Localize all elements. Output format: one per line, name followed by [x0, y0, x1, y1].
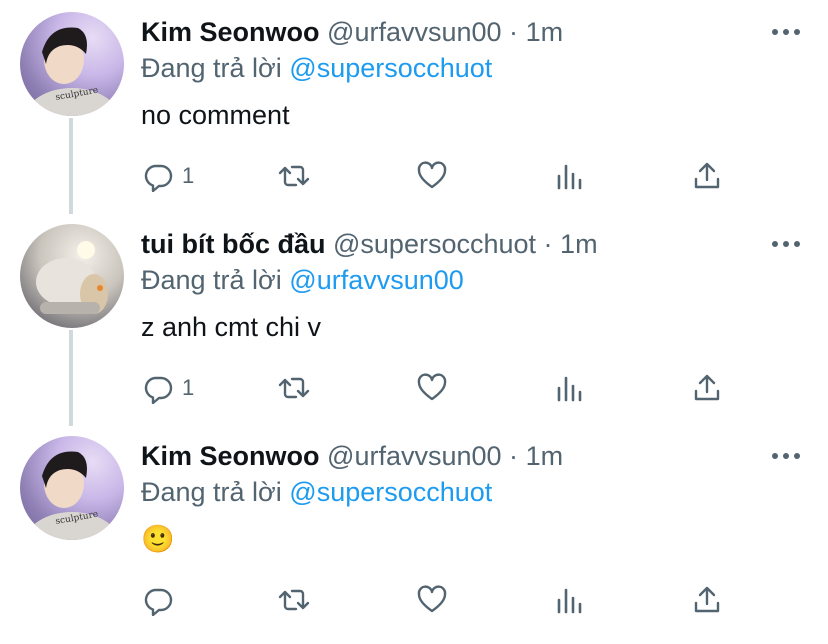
like-button[interactable] [416, 370, 448, 406]
replying-to: Đang trả lời @urfavvsun00 [141, 264, 464, 296]
replying-to: Đang trả lời @supersocchuot [141, 476, 492, 508]
display-name[interactable]: Kim Seonwoo [141, 17, 320, 47]
reply-count: 1 [182, 375, 195, 400]
more-icon[interactable] [770, 230, 802, 258]
separator-dot: · [509, 17, 519, 47]
tweet-text: no comment [141, 100, 290, 130]
share-button[interactable] [691, 158, 723, 194]
stats-icon [557, 588, 582, 614]
reply-icon [144, 164, 173, 192]
replying-to-label: Đang trả lời [141, 53, 282, 83]
like-button[interactable] [416, 582, 448, 618]
share-icon [694, 586, 720, 613]
separator-dot: · [509, 441, 519, 471]
share-icon [694, 162, 720, 189]
tweet-text: z anh cmt chi v [141, 312, 322, 342]
retweet-button[interactable] [278, 582, 310, 618]
heart-icon [417, 585, 447, 613]
avatar[interactable]: sculpture [20, 436, 124, 540]
retweet-button[interactable] [278, 370, 310, 406]
reply-button[interactable]: 1 [142, 158, 194, 194]
user-handle[interactable]: @urfavvsun00 [327, 441, 502, 471]
display-name[interactable]: Kim Seonwoo [141, 441, 320, 471]
tweet-1[interactable]: sculpture Kim Seonwoo @urfavvsun00 · 1m … [0, 0, 828, 214]
reply-icon [144, 376, 173, 404]
mention-link[interactable]: @supersocchuot [289, 53, 492, 83]
retweet-icon [278, 165, 310, 187]
tweet-header: Kim Seonwoo @urfavvsun00 · 1m [141, 16, 563, 48]
reply-icon [144, 588, 173, 616]
stats-button[interactable] [554, 158, 586, 194]
mention-link[interactable]: @supersocchuot [289, 477, 492, 507]
heart-icon [417, 373, 447, 401]
retweet-button[interactable] [278, 158, 310, 194]
tweet-header: tui bít bốc đầu @supersocchuot · 1m [141, 228, 598, 260]
reply-button[interactable]: 1 [142, 370, 194, 406]
replying-to-label: Đang trả lời [141, 477, 282, 507]
user-handle[interactable]: @urfavvsun00 [327, 17, 502, 47]
retweet-icon [278, 377, 310, 399]
timestamp[interactable]: 1m [526, 441, 564, 471]
timestamp[interactable]: 1m [560, 229, 598, 259]
like-button[interactable] [416, 158, 448, 194]
timestamp[interactable]: 1m [526, 17, 564, 47]
mention-link[interactable]: @urfavvsun00 [289, 265, 464, 295]
share-button[interactable] [691, 370, 723, 406]
avatar[interactable]: sculpture [20, 12, 124, 116]
more-icon[interactable] [770, 18, 802, 46]
tweet-header: Kim Seonwoo @urfavvsun00 · 1m [141, 440, 563, 472]
share-button[interactable] [691, 582, 723, 618]
more-icon[interactable] [770, 442, 802, 470]
separator-dot: · [543, 229, 553, 259]
stats-icon [557, 376, 582, 402]
reply-button[interactable] [142, 582, 182, 618]
heart-icon [417, 161, 447, 189]
avatar[interactable] [20, 224, 124, 328]
stats-icon [557, 164, 582, 190]
retweet-icon [278, 589, 310, 611]
stats-button[interactable] [554, 370, 586, 406]
reply-count: 1 [182, 163, 195, 188]
display-name[interactable]: tui bít bốc đầu [141, 229, 325, 259]
action-bar: 1 [0, 158, 828, 194]
tweet-text: 🙂 [141, 524, 175, 554]
tweet-2[interactable]: tui bít bốc đầu @supersocchuot · 1m Đang… [0, 212, 828, 426]
replying-to-label: Đang trả lời [141, 265, 282, 295]
share-icon [694, 374, 720, 401]
stats-button[interactable] [554, 582, 586, 618]
tweet-3[interactable]: sculpture Kim Seonwoo @urfavvsun00 · 1m … [0, 424, 828, 636]
replying-to: Đang trả lời @supersocchuot [141, 52, 492, 84]
action-bar [0, 582, 828, 618]
user-handle[interactable]: @supersocchuot [333, 229, 536, 259]
action-bar: 1 [0, 370, 828, 406]
